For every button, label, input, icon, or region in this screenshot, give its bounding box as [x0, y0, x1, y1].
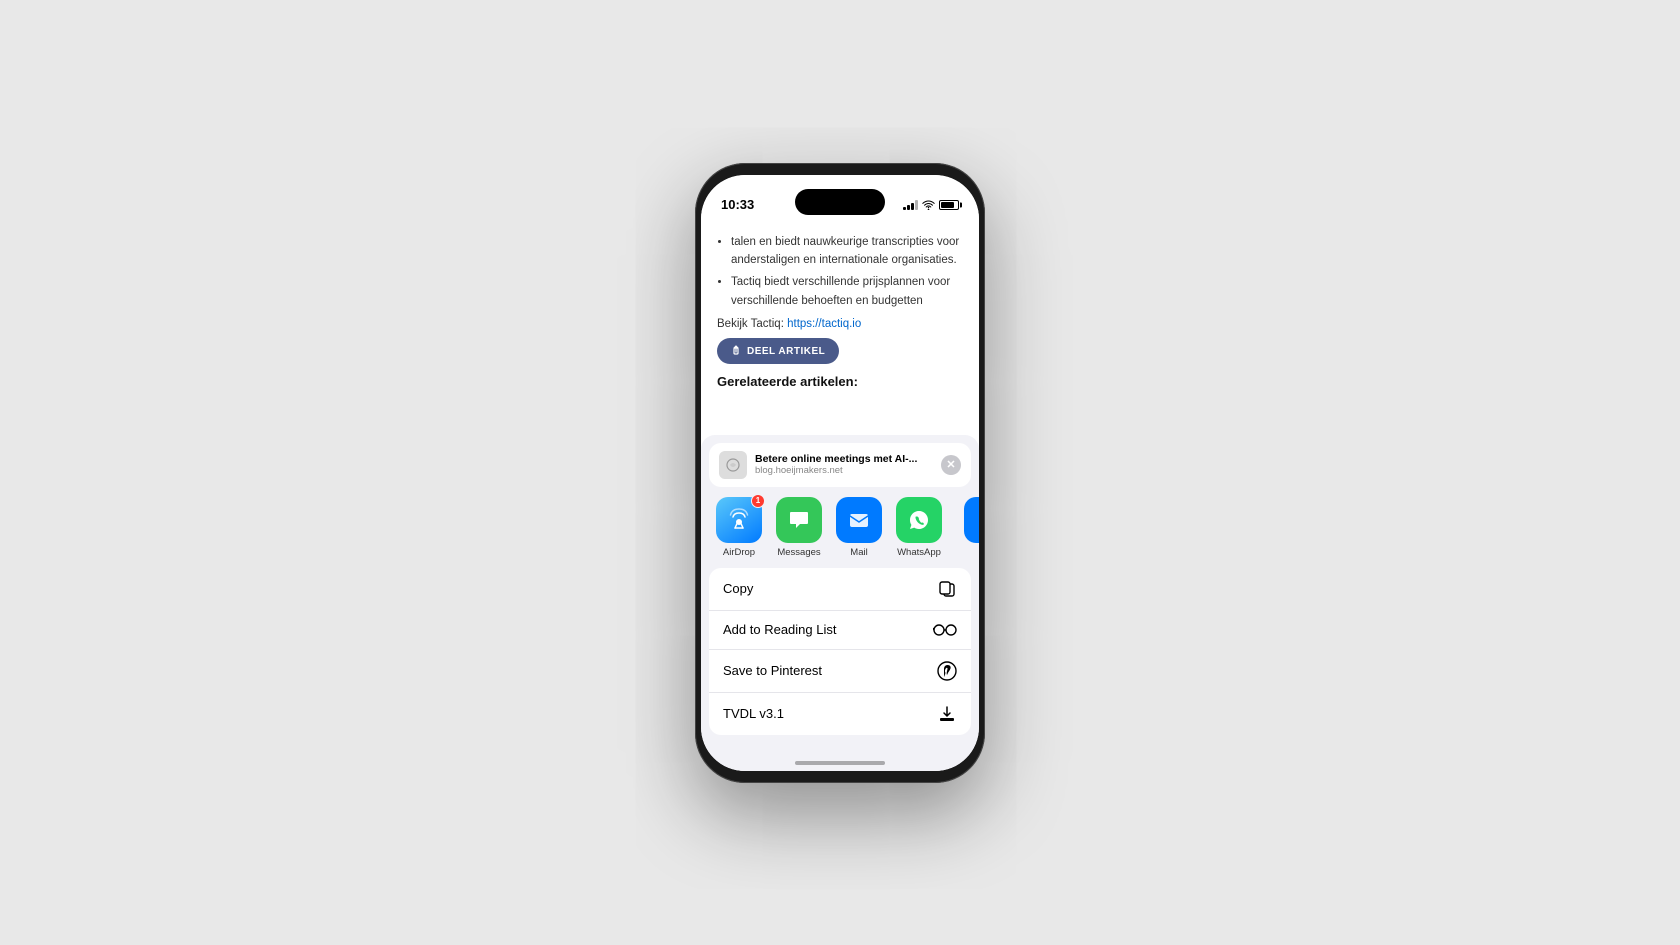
- messages-label: Messages: [777, 547, 820, 558]
- pinterest-action[interactable]: Save to Pinterest: [709, 650, 971, 693]
- status-icons: [903, 200, 959, 210]
- airdrop-symbol: [726, 507, 752, 533]
- airdrop-badge: 1: [751, 494, 765, 508]
- whatsapp-symbol: [906, 507, 932, 533]
- pinterest-label: Save to Pinterest: [723, 663, 822, 678]
- deel-artikel-label: DEEL ARTIKEL: [747, 346, 825, 357]
- share-actions: Copy Add to Reading List: [709, 568, 971, 735]
- mail-icon: [836, 497, 882, 543]
- phone-frame: 10:33: [695, 163, 985, 783]
- close-preview-button[interactable]: ✕: [941, 455, 961, 475]
- home-bar: [795, 761, 885, 765]
- signal-icon: [903, 200, 918, 210]
- whatsapp-icon: [896, 497, 942, 543]
- dynamic-island: [795, 189, 885, 215]
- glasses-icon: [933, 622, 957, 638]
- copy-icon: [937, 579, 957, 599]
- whatsapp-label: WhatsApp: [897, 547, 941, 558]
- share-app-airdrop[interactable]: 1 AirDrop: [709, 497, 769, 558]
- tvdl-action[interactable]: TVDL v3.1: [709, 693, 971, 735]
- status-time: 10:33: [721, 197, 754, 212]
- related-heading: Gerelateerde artikelen:: [717, 374, 963, 389]
- reading-list-action[interactable]: Add to Reading List: [709, 611, 971, 650]
- share-app-messages[interactable]: Messages: [769, 497, 829, 558]
- share-small-icon: [731, 345, 741, 357]
- download-icon: [937, 704, 957, 724]
- article-body: talen en biedt nauwkeurige transcripties…: [717, 233, 963, 311]
- home-indicator: [701, 743, 979, 771]
- share-preview: Betere online meetings met AI-... blog.h…: [709, 443, 971, 487]
- deel-artikel-button[interactable]: DEEL ARTIKEL: [717, 338, 839, 364]
- share-app-whatsapp[interactable]: WhatsApp: [889, 497, 949, 558]
- tvdl-label: TVDL v3.1: [723, 706, 784, 721]
- share-app-partial[interactable]: [949, 497, 979, 558]
- airdrop-icon: 1: [716, 497, 762, 543]
- reading-list-label: Add to Reading List: [723, 622, 836, 637]
- copy-action[interactable]: Copy: [709, 568, 971, 611]
- share-app-mail[interactable]: Mail: [829, 497, 889, 558]
- preview-favicon: [719, 451, 747, 479]
- copy-label: Copy: [723, 581, 753, 596]
- phone-screen: 10:33: [701, 175, 979, 771]
- preview-title: Betere online meetings met AI-...: [755, 453, 933, 465]
- pinterest-icon: [937, 661, 957, 681]
- preview-domain: blog.hoeijmakers.net: [755, 465, 933, 476]
- article-content[interactable]: talen en biedt nauwkeurige transcripties…: [701, 225, 979, 435]
- mail-symbol: [846, 507, 872, 533]
- preview-text: Betere online meetings met AI-... blog.h…: [755, 453, 933, 476]
- share-apps-row: 1 AirDrop: [701, 487, 979, 564]
- wifi-icon: [922, 200, 935, 210]
- tactiq-link[interactable]: https://tactiq.io: [787, 318, 861, 330]
- mail-label: Mail: [850, 547, 867, 558]
- airdrop-label: AirDrop: [723, 547, 755, 558]
- article-link-row: Bekijk Tactiq: https://tactiq.io: [717, 318, 963, 330]
- partial-app-icon: [964, 497, 979, 543]
- battery-icon: [939, 200, 959, 210]
- share-sheet: Betere online meetings met AI-... blog.h…: [701, 435, 979, 771]
- messages-symbol: [786, 507, 812, 533]
- link-label: Bekijk Tactiq:: [717, 318, 784, 330]
- messages-icon: [776, 497, 822, 543]
